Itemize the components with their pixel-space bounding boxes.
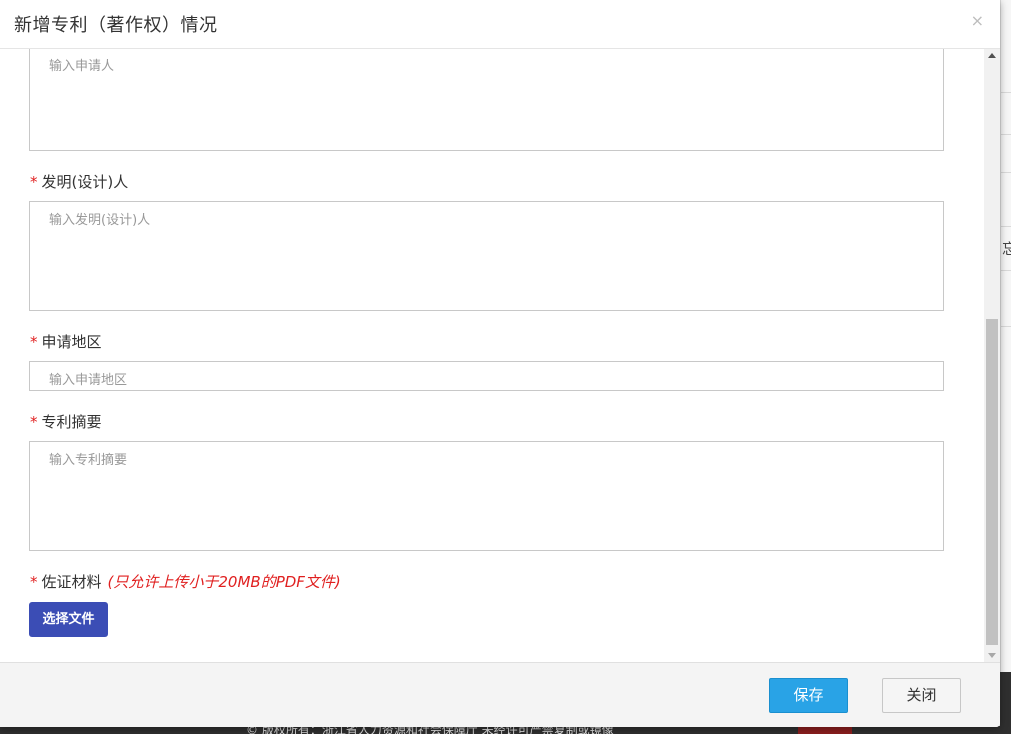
background-footer-text: © 版权所有：浙江省人力资源和社会保障厅 未经许可严禁复制或镜像	[246, 726, 614, 734]
region-placeholder: 输入申请地区	[49, 373, 128, 388]
background-divider	[1001, 326, 1011, 327]
evidence-label: * 佐证材料 (只允许上传小于20MB的PDF文件)	[30, 571, 341, 592]
abstract-placeholder: 输入专利摘要	[49, 453, 128, 468]
background-footer: © 版权所有：浙江省人力资源和社会保障厅 未经许可严禁复制或镜像	[0, 726, 1011, 734]
background-divider	[1001, 226, 1011, 227]
choose-file-button[interactable]: 选择文件	[29, 602, 108, 637]
scroll-down-arrow-icon[interactable]	[988, 653, 996, 658]
close-button[interactable]: 关闭	[882, 678, 961, 713]
modal-header: 新增专利（著作权）情况 ×	[0, 0, 1000, 49]
scroll-up-arrow-icon[interactable]	[988, 53, 996, 58]
inventor-placeholder: 输入发明(设计)人	[49, 213, 151, 228]
background-footer-edge	[1000, 672, 1011, 734]
applicant-placeholder: 输入申请人	[49, 59, 115, 74]
abstract-label-text: 专利摘要	[41, 413, 102, 431]
abstract-textarea[interactable]: 输入专利摘要	[29, 441, 944, 551]
inventor-label-text: 发明(设计)人	[41, 173, 129, 191]
required-mark: *	[30, 573, 38, 591]
required-mark: *	[30, 413, 38, 431]
modal-title: 新增专利（著作权）情况	[14, 15, 218, 36]
required-mark: *	[30, 333, 38, 351]
inventor-label: * 发明(设计)人	[30, 171, 128, 192]
background-side-panel: 忘	[1000, 0, 1011, 734]
save-button[interactable]: 保存	[769, 678, 848, 713]
region-label-text: 申请地区	[41, 333, 102, 351]
background-divider	[1001, 172, 1011, 173]
background-divider	[1001, 92, 1011, 93]
scrollbar-thumb[interactable]	[986, 319, 998, 645]
background-divider	[1001, 270, 1011, 271]
modal-scrollbar[interactable]	[984, 49, 1000, 662]
abstract-label: * 专利摘要	[30, 411, 102, 432]
background-side-text: 忘	[1002, 240, 1011, 258]
region-input[interactable]: 输入申请地区	[29, 361, 944, 391]
modal-body: 输入申请人 * 发明(设计)人 输入发明(设计)人 * 申请地区 输入申请地区 * 专…	[0, 49, 984, 662]
evidence-hint: (只允许上传小于20MB的PDF文件)	[107, 573, 341, 591]
required-mark: *	[30, 173, 38, 191]
applicant-textarea[interactable]: 输入申请人	[29, 49, 944, 151]
background-divider	[1001, 134, 1011, 135]
region-label: * 申请地区	[30, 331, 102, 352]
modal-footer: 保存 关闭	[0, 662, 1000, 727]
close-icon[interactable]: ×	[971, 11, 984, 30]
inventor-textarea[interactable]: 输入发明(设计)人	[29, 201, 944, 311]
evidence-label-text: 佐证材料	[41, 573, 102, 591]
background-footer-badge	[798, 726, 852, 734]
add-patent-modal: 新增专利（著作权）情况 × 输入申请人 * 发明(设计)人 输入发明(设计)人 *…	[0, 0, 1000, 727]
